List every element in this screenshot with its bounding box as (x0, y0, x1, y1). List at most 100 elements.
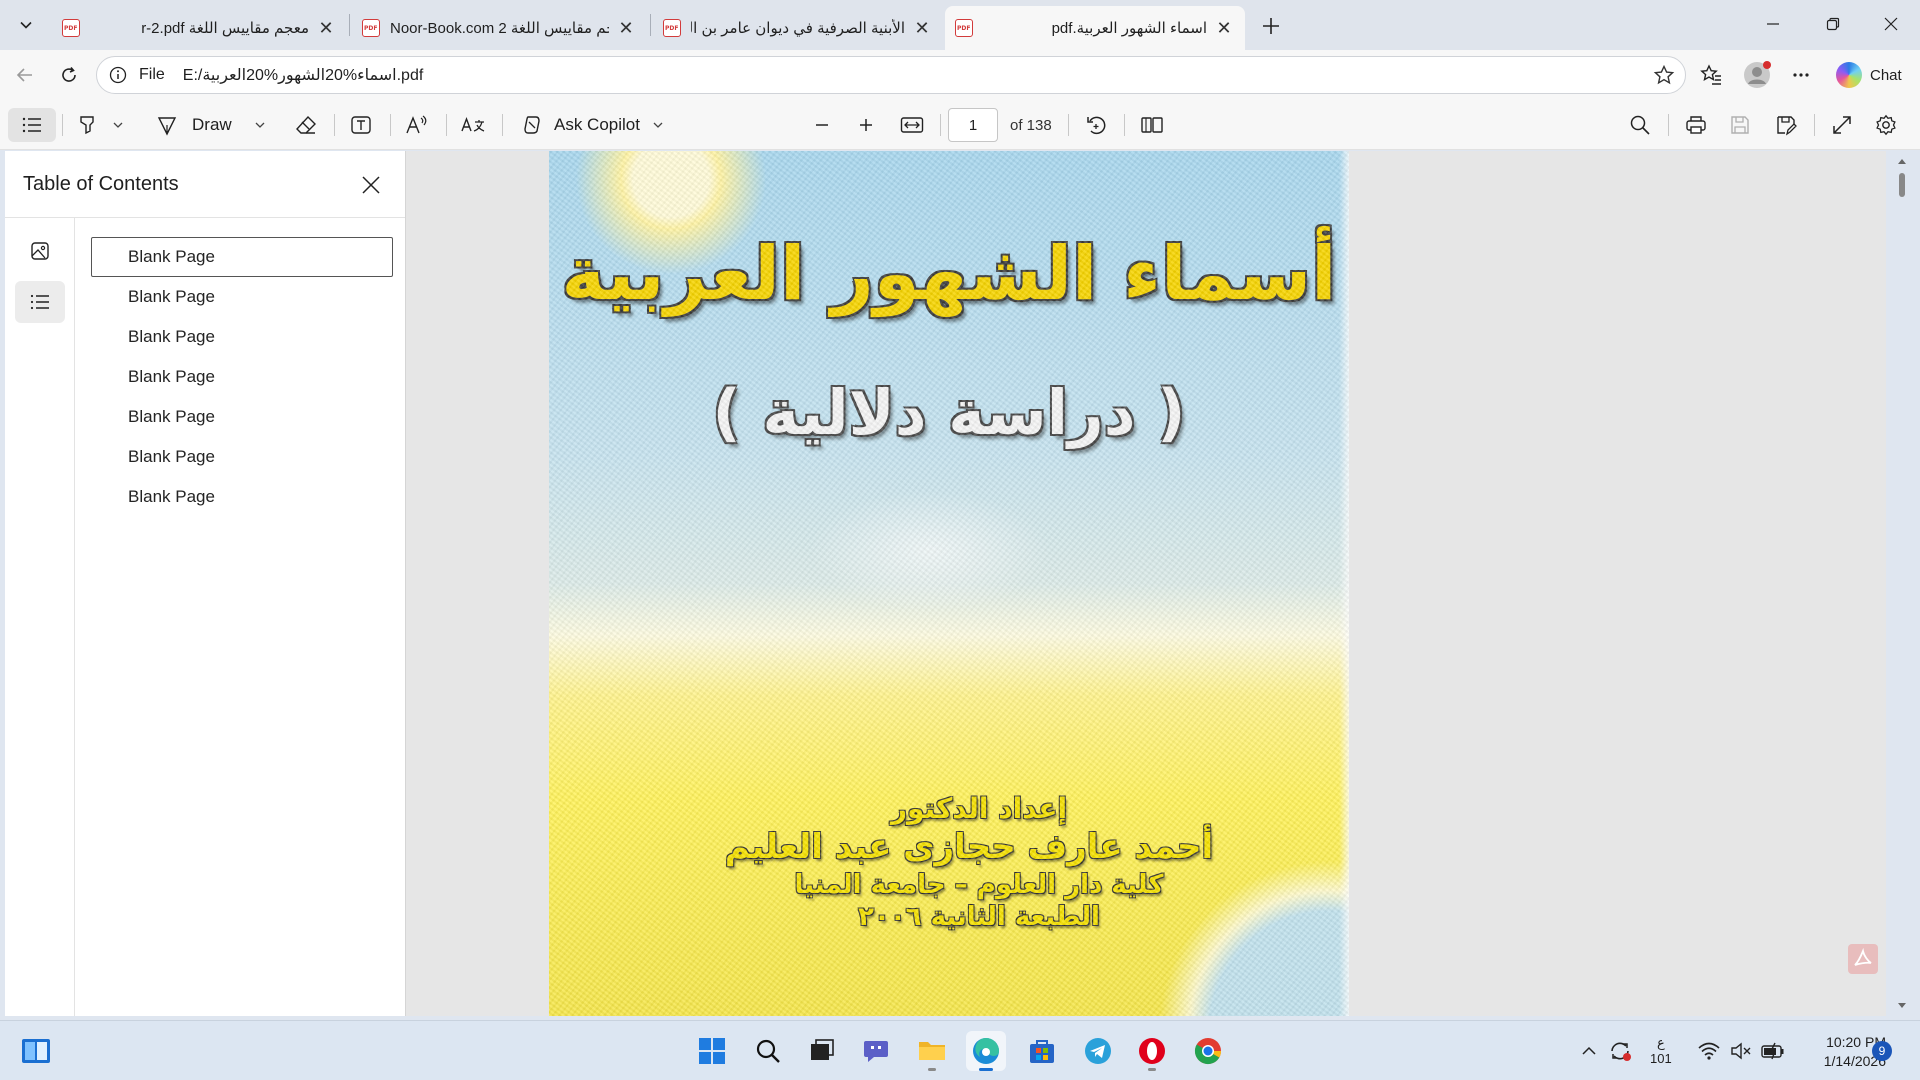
scroll-down-arrow-icon[interactable] (1892, 1000, 1912, 1012)
minus-icon (816, 124, 828, 126)
input-language-indicator[interactable]: ع 101 (1650, 1021, 1672, 1080)
task-view-icon (811, 1039, 834, 1060)
close-tab-icon[interactable]: ✕ (911, 17, 933, 39)
toolbar-divider (334, 114, 335, 136)
opera-icon (1139, 1038, 1165, 1064)
ask-copilot-label: Ask Copilot (554, 115, 640, 134)
taskbar: ع 101 10:20 PM 1/14/2026 9 (0, 1020, 1920, 1080)
find-button[interactable] (1622, 108, 1658, 142)
volume-muted-icon[interactable] (1730, 1021, 1752, 1080)
back-button[interactable] (8, 58, 42, 92)
read-aloud-button[interactable] (399, 108, 435, 142)
pen-icon (157, 117, 177, 136)
chrome-icon (1194, 1038, 1222, 1065)
scrollbar-thumb[interactable] (1899, 173, 1905, 197)
info-icon[interactable] (107, 64, 129, 86)
search-button[interactable] (748, 1031, 788, 1071)
profile-button[interactable] (1740, 58, 1774, 92)
restore-button[interactable] (1804, 0, 1862, 48)
favorite-star-icon[interactable] (1653, 64, 1675, 91)
chrome-button[interactable] (1188, 1031, 1228, 1071)
toc-item[interactable]: Blank Page (91, 277, 393, 317)
address-bar[interactable]: File E:/اسماء%20الشهور%20العربية.pdf (96, 56, 1686, 94)
tab-2[interactable]: Noor-Book.com 2 معجم مقاييس اللغة ✕ (352, 6, 647, 50)
fit-to-width-button[interactable] (894, 108, 930, 142)
new-tab-button[interactable] (1255, 10, 1287, 42)
draw-button[interactable]: Draw (150, 108, 272, 142)
document-viewport[interactable]: أسماء الشهور العربية ( دراسة دلالية ) إع… (406, 151, 1886, 1016)
rotate-button[interactable] (1078, 108, 1114, 142)
file-explorer-button[interactable] (912, 1031, 952, 1071)
copilot-icon (1836, 62, 1862, 88)
teams-chat-button[interactable] (856, 1031, 896, 1071)
store-icon (1030, 1040, 1054, 1063)
toc-item[interactable]: Blank Page (91, 317, 393, 357)
settings-more-button[interactable] (1784, 58, 1818, 92)
thumbnails-view-button[interactable] (15, 230, 65, 272)
close-window-button[interactable] (1862, 0, 1920, 48)
tab-3[interactable]: الأبنية الصرفية في ديوان عامر بن الطفيل … (653, 6, 943, 50)
scroll-up-arrow-icon[interactable] (1892, 155, 1912, 167)
toc-item[interactable]: Blank Page (91, 237, 393, 277)
tab-divider (349, 14, 350, 36)
microsoft-store-button[interactable] (1022, 1031, 1062, 1071)
highlight-button[interactable] (70, 108, 130, 142)
save-button[interactable] (1722, 108, 1758, 142)
running-indicator (1148, 1068, 1156, 1071)
tab-4-active[interactable]: اسماء الشهور العربية.pdf ✕ (945, 6, 1245, 50)
toc-item[interactable]: Blank Page (91, 477, 393, 517)
chat-label: Chat (1870, 66, 1902, 84)
refresh-button[interactable] (52, 58, 86, 92)
notification-badge[interactable]: 9 (1872, 1041, 1892, 1061)
zoom-out-button[interactable] (804, 108, 840, 142)
page-number-input[interactable]: 1 (948, 108, 998, 142)
copilot-chat-button[interactable]: Chat (1832, 56, 1914, 94)
toc-item[interactable]: Blank Page (91, 437, 393, 477)
translate-button[interactable] (455, 108, 491, 142)
eraser-icon (296, 115, 316, 134)
edge-button[interactable] (966, 1031, 1006, 1071)
close-tab-icon[interactable]: ✕ (615, 17, 637, 39)
rotate-icon (1087, 116, 1106, 135)
pdf-icon (362, 19, 380, 37)
table-of-contents-button[interactable] (8, 108, 56, 142)
ask-copilot-button[interactable]: Ask Copilot (512, 108, 672, 142)
toolbar-divider (62, 114, 63, 136)
url-text[interactable]: E:/اسماء%20الشهور%20العربية.pdf (183, 65, 424, 85)
toolbar-divider (1668, 114, 1669, 136)
tab-1[interactable]: معجم مقاييس اللغة r-2.pdf ✕ (52, 6, 347, 50)
tab-actions-button[interactable] (8, 8, 44, 42)
telegram-icon (1085, 1038, 1111, 1064)
task-view-button[interactable] (802, 1031, 842, 1071)
toc-item[interactable]: Blank Page (91, 397, 393, 437)
contents-view-button[interactable] (15, 281, 65, 323)
page-view-button[interactable] (1134, 108, 1170, 142)
start-button[interactable] (692, 1031, 732, 1071)
vertical-scrollbar[interactable] (1892, 151, 1912, 1016)
print-button[interactable] (1678, 108, 1714, 142)
favorites-icon (1700, 64, 1721, 85)
copilot-outline-icon (524, 116, 540, 134)
running-indicator (979, 1068, 993, 1071)
cover-subtitle: ( دراسة دلالية ) (712, 376, 1186, 449)
pdf-settings-button[interactable] (1868, 108, 1904, 142)
opera-button[interactable] (1132, 1031, 1172, 1071)
wifi-icon[interactable] (1698, 1021, 1720, 1080)
zoom-in-button[interactable] (848, 108, 884, 142)
show-hidden-icons-button[interactable] (1580, 1021, 1598, 1080)
add-text-button[interactable] (343, 108, 379, 142)
close-panel-button[interactable] (357, 171, 385, 199)
full-screen-button[interactable] (1824, 108, 1860, 142)
erase-button[interactable] (288, 108, 324, 142)
favorites-button[interactable] (1694, 58, 1728, 92)
sync-status-icon[interactable] (1608, 1021, 1632, 1080)
toc-item[interactable]: Blank Page (91, 357, 393, 397)
close-tab-icon[interactable]: ✕ (315, 17, 337, 39)
battery-charging-icon[interactable] (1760, 1021, 1786, 1080)
acrobat-icon[interactable] (1848, 944, 1878, 974)
minimize-button[interactable] (1744, 0, 1802, 48)
close-tab-icon[interactable]: ✕ (1213, 17, 1235, 39)
save-as-button[interactable] (1768, 108, 1804, 142)
widgets-button[interactable] (16, 1031, 56, 1071)
telegram-button[interactable] (1078, 1031, 1118, 1071)
